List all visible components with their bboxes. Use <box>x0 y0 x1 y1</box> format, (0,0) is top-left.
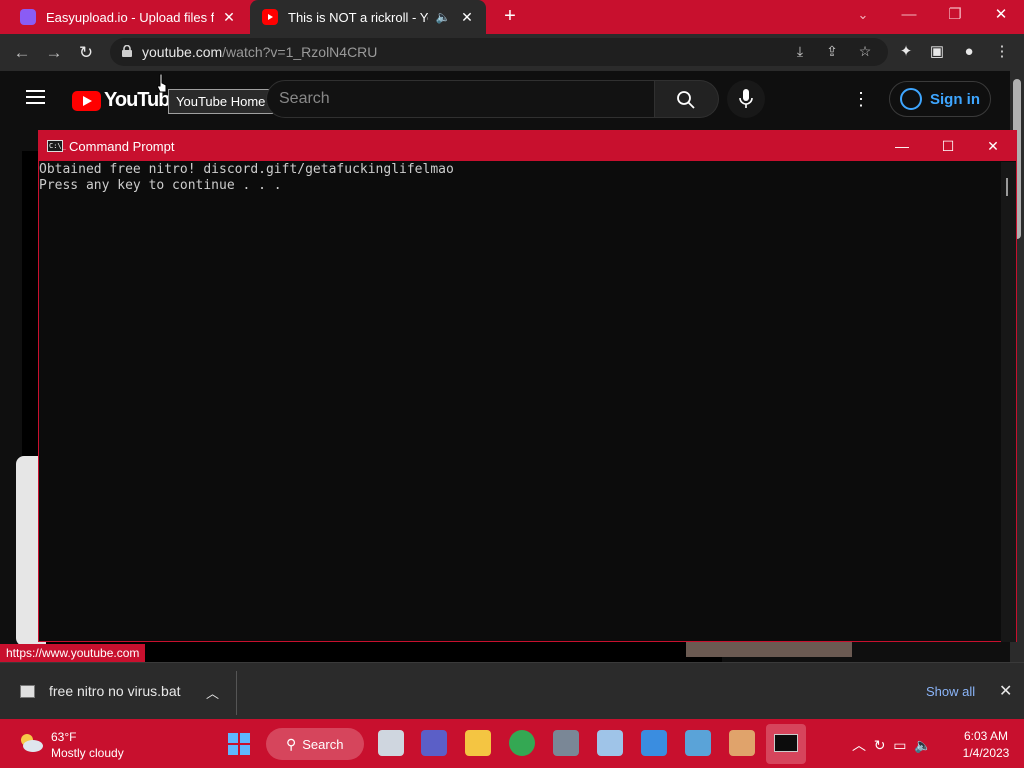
settings-icon[interactable] <box>553 730 579 756</box>
browser-toolbar: ← → ↻ youtube.com/watch?v=1_RzolN4CRU ⤓ … <box>0 34 1024 71</box>
users-icon[interactable] <box>729 730 755 756</box>
search-input[interactable]: Search <box>266 80 655 118</box>
new-tab-button[interactable]: + <box>498 4 522 28</box>
url-path: /watch?v=1_RzolN4CRU <box>222 44 378 60</box>
minimize-button[interactable]: — <box>886 0 932 34</box>
cmd-close-button[interactable]: ✕ <box>970 131 1016 161</box>
cmd-title: Command Prompt <box>69 138 175 154</box>
chrome-menu-icon[interactable]: ⋮ <box>991 41 1013 63</box>
profile-icon[interactable]: ● <box>958 41 980 63</box>
voice-search-button[interactable] <box>727 80 765 118</box>
tab-title: This is NOT a rickroll - YouTube <box>288 9 428 25</box>
settings-menu-icon[interactable]: ⋮ <box>852 90 870 108</box>
status-bar-url: https://www.youtube.com <box>0 644 146 663</box>
file-explorer-icon[interactable] <box>465 730 491 756</box>
console-line: Press any key to continue . . . <box>39 178 282 193</box>
weather-condition: Mostly cloudy <box>51 746 124 760</box>
taskbar-cmd-active[interactable] <box>766 724 806 764</box>
lock-icon <box>122 45 132 57</box>
mouse-cursor <box>157 74 167 93</box>
command-prompt-window[interactable]: C:\_ Command Prompt — ☐ ✕ Obtained free … <box>38 130 1017 642</box>
divider <box>236 671 237 715</box>
cmd-scrollbar[interactable] <box>1001 162 1016 642</box>
cloud-icon[interactable] <box>18 731 44 753</box>
address-bar[interactable]: youtube.com/watch?v=1_RzolN4CRU ⤓ ⇪ ☆ <box>110 38 888 66</box>
reload-button[interactable]: ↻ <box>73 40 99 66</box>
cmd-title-bar[interactable]: C:\_ Command Prompt <box>39 131 1016 161</box>
system-tray[interactable]: ︿ ↻ ▭ 🔈 <box>852 735 932 755</box>
account-icon <box>900 88 922 110</box>
close-icon[interactable]: ✕ <box>220 9 238 26</box>
side-panel-icon[interactable]: ▣ <box>926 41 948 63</box>
weather-temperature: 63°F <box>51 730 77 744</box>
cmd-icon: C:\_ <box>47 140 66 152</box>
youtube-icon <box>262 9 278 25</box>
url-host: youtube.com <box>142 44 223 60</box>
url-text: youtube.com/watch?v=1_RzolN4CRU <box>142 44 377 60</box>
chat-icon[interactable] <box>421 730 447 756</box>
speaker-icon[interactable]: 🔈 <box>434 10 452 24</box>
sign-in-button[interactable]: Sign in <box>889 81 991 117</box>
console-line: Obtained free nitro! discord.gift/getafu… <box>39 162 454 177</box>
remote-desktop-icon[interactable] <box>685 730 711 756</box>
download-bar: free nitro no virus.bat ︿ Show all ✕ <box>0 662 1024 719</box>
sign-in-label: Sign in <box>930 90 980 108</box>
cmd-maximize-button[interactable]: ☐ <box>925 131 971 161</box>
chevron-up-icon[interactable]: ︿ <box>206 683 219 702</box>
taskbar-search-button[interactable]: ⚲ Search <box>266 728 364 760</box>
taskbar-search-label: Search <box>302 736 344 752</box>
tab-search-icon[interactable]: ⌄ <box>840 0 886 34</box>
download-item[interactable]: free nitro no virus.bat <box>20 683 181 699</box>
youtube-header: YouTube YouTube Home Search ⋮ Sign in <box>0 71 1010 127</box>
close-icon[interactable]: ✕ <box>458 9 476 26</box>
close-icon[interactable]: ✕ <box>999 681 1012 701</box>
tab-easyupload[interactable]: Easyupload.io - Upload files for free ✕ <box>8 0 248 34</box>
task-manager-icon[interactable] <box>597 730 623 756</box>
clock-date[interactable]: 1/4/2023 <box>955 746 1017 760</box>
file-icon <box>20 684 35 698</box>
microphone-icon <box>739 89 753 108</box>
restore-button[interactable]: ❐ <box>932 0 978 34</box>
search-icon: ⚲ <box>286 735 297 752</box>
search-button[interactable] <box>655 80 719 118</box>
bookmark-star-icon[interactable]: ☆ <box>855 43 875 61</box>
extensions-icon[interactable]: ✦ <box>895 41 917 63</box>
clock-time[interactable]: 6:03 AM <box>955 729 1017 743</box>
tab-youtube[interactable]: This is NOT a rickroll - YouTube 🔈 ✕ <box>250 0 486 34</box>
hamburger-menu-icon[interactable] <box>26 90 45 104</box>
back-button[interactable]: ← <box>9 40 35 66</box>
show-all-button[interactable]: Show all <box>926 684 975 699</box>
paint-icon[interactable] <box>641 730 667 756</box>
tab-title: Easyupload.io - Upload files for free <box>46 9 214 25</box>
share-icon[interactable]: ⇪ <box>822 43 842 61</box>
cmd-icon <box>774 734 798 752</box>
taskbar: 63°F Mostly cloudy ⚲ Search ︿ ↻ ▭ 🔈 6:03… <box>0 719 1024 768</box>
console-output[interactable]: Obtained free nitro! discord.gift/getafu… <box>39 162 999 194</box>
install-app-icon[interactable]: ⤓ <box>790 43 810 61</box>
youtube-play-icon <box>72 90 101 111</box>
start-button[interactable] <box>228 733 250 755</box>
search-icon <box>677 91 695 109</box>
task-view-icon[interactable] <box>378 730 404 756</box>
tooltip: YouTube Home <box>168 89 274 114</box>
download-file-name: free nitro no virus.bat <box>49 683 181 699</box>
easyupload-icon <box>20 9 36 25</box>
chrome-icon[interactable] <box>509 730 535 756</box>
browser-tab-strip: Easyupload.io - Upload files for free ✕ … <box>0 0 1024 34</box>
close-window-button[interactable]: ✕ <box>978 0 1024 34</box>
forward-button[interactable]: → <box>41 40 67 66</box>
cmd-minimize-button[interactable]: — <box>879 131 925 161</box>
